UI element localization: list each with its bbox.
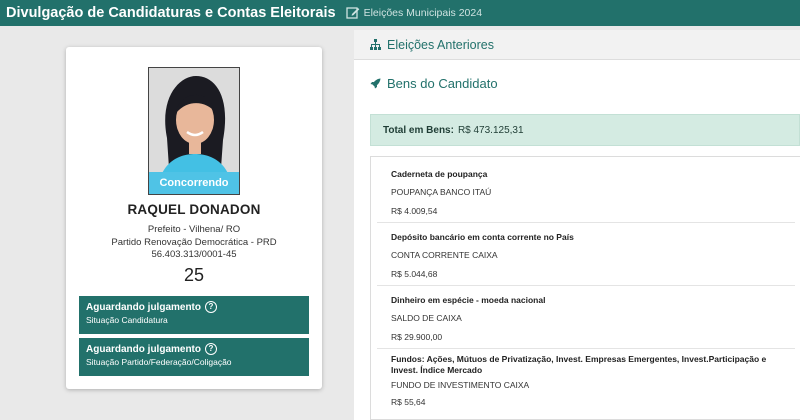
asset-value: R$ 5.044,68	[391, 269, 438, 279]
asset-type: Caderneta de poupança	[391, 169, 488, 179]
previous-elections-header[interactable]: Eleições Anteriores	[354, 30, 800, 60]
top-bar: Divulgação de Candidaturas e Contas Elei…	[0, 0, 800, 26]
asset-item: Depósito bancário em conta corrente no P…	[377, 224, 795, 286]
assets-title: Bens do Candidato	[387, 76, 498, 91]
assets-list: Caderneta de poupança POUPANÇA BANCO ITA…	[370, 156, 800, 420]
total-assets-label: Total em Bens:	[383, 124, 454, 136]
total-assets-bar: Total em Bens: R$ 473.125,31	[370, 114, 800, 146]
asset-type: Dinheiro em espécie - moeda nacional	[391, 295, 546, 305]
status-title-row: Aguardando julgamento ?	[86, 343, 302, 355]
status-subtitle: Situação Candidatura	[86, 315, 168, 325]
candidate-cnpj: 56.403.313/0001-45	[151, 249, 237, 260]
asset-description: POUPANÇA BANCO ITAÚ	[391, 187, 492, 197]
previous-elections-label: Eleições Anteriores	[387, 37, 495, 52]
status-subtitle: Situação Partido/Federação/Coligação	[86, 357, 232, 367]
candidacy-status-box: Aguardando julgamento ? Situação Candida…	[79, 296, 309, 334]
candidate-card: Concorrendo RAQUEL DONADON Prefeito - Vi…	[66, 47, 322, 389]
asset-type: Depósito bancário em conta corrente no P…	[391, 232, 574, 242]
assets-section-title: Bens do Candidato	[370, 76, 498, 91]
status-title: Aguardando julgamento	[86, 343, 201, 355]
candidate-party: Partido Renovação Democrática - PRD	[111, 237, 277, 248]
asset-value: R$ 55,64	[391, 397, 426, 407]
app-title: Divulgação de Candidaturas e Contas Elei…	[6, 5, 336, 21]
asset-type: Fundos: Ações, Mútuos de Privatização, I…	[391, 354, 767, 375]
sitemap-icon	[370, 39, 381, 50]
asset-item: Caderneta de poupança POUPANÇA BANCO ITA…	[377, 161, 795, 223]
asset-description: FUNDO DE INVESTIMENTO CAIXA	[391, 380, 530, 390]
status-title: Aguardando julgamento	[86, 301, 201, 313]
question-circle-icon[interactable]: ?	[205, 301, 217, 313]
election-link[interactable]: Eleições Municipais 2024	[364, 7, 482, 19]
asset-value: R$ 29.900,00	[391, 332, 443, 342]
rocket-icon	[370, 78, 381, 89]
candidate-number: 25	[183, 265, 205, 285]
candidate-office: Prefeito - Vilhena/ RO	[147, 224, 241, 235]
asset-description: CONTA CORRENTE CAIXA	[391, 250, 498, 260]
asset-item: Dinheiro em espécie - moeda nacional SAL…	[377, 287, 795, 349]
party-status-box: Aguardando julgamento ? Situação Partido…	[79, 338, 309, 376]
asset-value: R$ 4.009,54	[391, 206, 438, 216]
asset-description: SALDO DE CAIXA	[391, 313, 462, 323]
right-panel: Eleições Anteriores Bens do Candidato To…	[354, 30, 800, 420]
question-circle-icon[interactable]: ?	[205, 343, 217, 355]
candidate-name: RAQUEL DONADON	[127, 202, 261, 217]
total-assets-value: R$ 473.125,31	[457, 124, 524, 136]
edit-icon[interactable]	[345, 6, 360, 20]
asset-item: Fundos: Ações, Mútuos de Privatização, I…	[377, 350, 795, 419]
candidacy-status-pill: Concorrendo	[149, 172, 239, 194]
candidate-photo: Concorrendo	[148, 67, 240, 195]
status-title-row: Aguardando julgamento ?	[86, 301, 302, 313]
